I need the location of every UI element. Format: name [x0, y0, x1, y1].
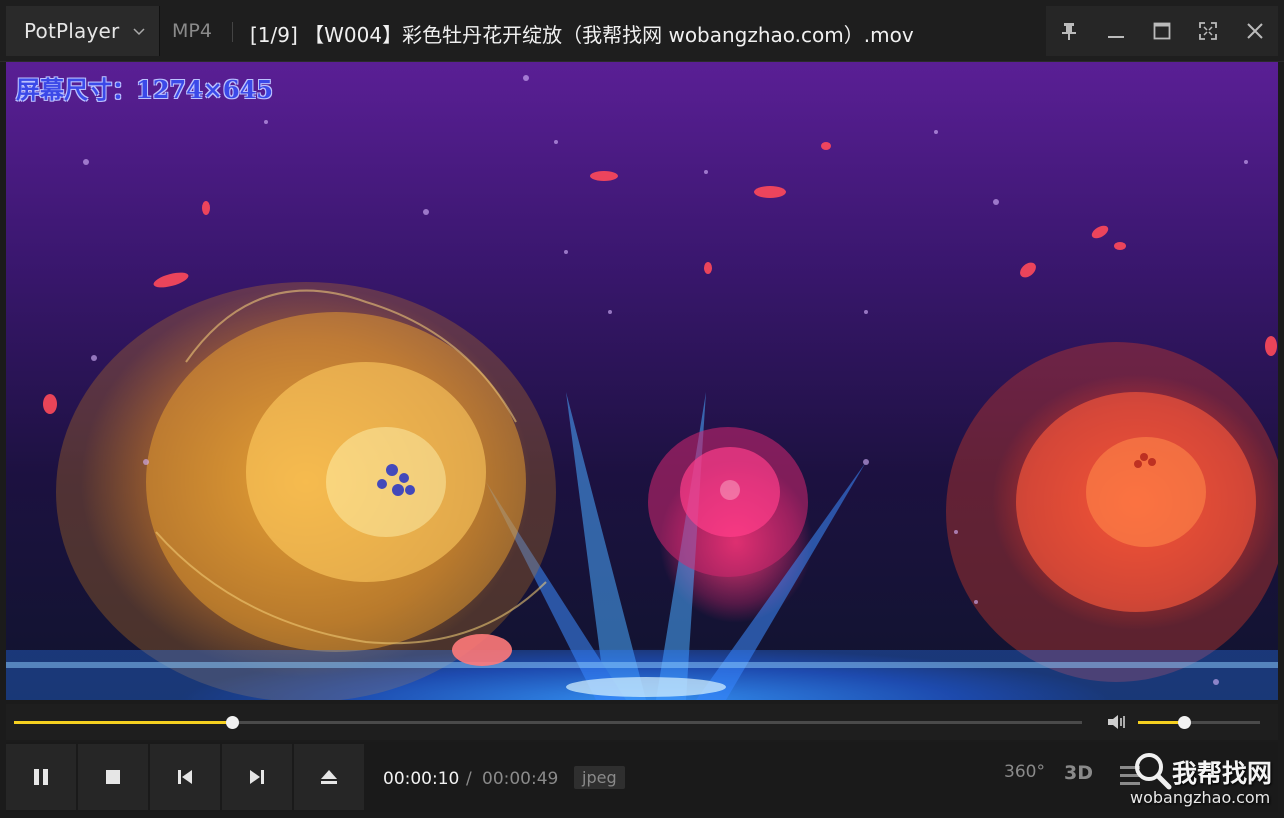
eject-icon [321, 770, 337, 784]
volume-icon[interactable] [1106, 712, 1130, 732]
window-title: [1/9] 【W004】彩色牡丹花开绽放（我帮找网 wobangzhao.com… [250, 23, 914, 47]
pin-button[interactable] [1051, 13, 1087, 49]
skip-next-icon [250, 770, 264, 784]
stop-button[interactable] [78, 744, 148, 810]
pause-icon [34, 769, 48, 785]
maximize-button[interactable] [1144, 13, 1180, 49]
fullscreen-icon [1199, 22, 1218, 40]
fullscreen-button[interactable] [1190, 13, 1226, 49]
previous-button[interactable] [150, 744, 220, 810]
codec-badge[interactable]: jpeg [574, 766, 625, 789]
volume-slider[interactable] [1138, 716, 1260, 729]
title-divider [232, 22, 233, 42]
video-area[interactable]: 屏幕尺寸：1274×645 [6, 62, 1278, 700]
maximize-icon [1153, 22, 1171, 40]
open-file-button[interactable] [294, 744, 364, 810]
osd-screen-size: 屏幕尺寸：1274×645 [16, 75, 274, 104]
next-button[interactable] [222, 744, 292, 810]
total-time: 00:00:49 [482, 769, 559, 789]
control-bar: 00:00:10 / 00:00:49 jpeg 360° 3D [6, 742, 1278, 812]
current-time: 00:00:10 [383, 769, 460, 789]
pin-icon [1062, 23, 1077, 40]
magnifier-icon [1135, 753, 1172, 790]
close-button[interactable] [1237, 13, 1273, 49]
format-label: MP4 [172, 20, 212, 42]
stop-icon [106, 770, 120, 784]
watermark-name: 我帮找网 [1172, 759, 1273, 788]
minimize-icon [1107, 36, 1124, 38]
seek-thumb[interactable] [225, 716, 239, 729]
watermark: 我帮找网 wobangzhao.com [1124, 748, 1280, 810]
title-bar: PotPlayer MP4 [1/9] 【W004】彩色牡丹花开绽放（我帮找网 … [0, 0, 1284, 62]
seek-progress-fill [14, 721, 232, 724]
app-name: PotPlayer [24, 19, 120, 43]
close-icon [1247, 23, 1263, 39]
skip-previous-icon [178, 770, 192, 784]
window-controls [1046, 6, 1278, 56]
volume-thumb[interactable] [1178, 716, 1192, 729]
minimize-button[interactable] [1098, 13, 1134, 49]
seek-bar[interactable] [14, 716, 1082, 729]
vr-360-button[interactable]: 360° [1004, 762, 1045, 782]
chevron-down-icon [133, 28, 145, 36]
app-menu-button[interactable]: PotPlayer [6, 6, 160, 56]
pause-button[interactable] [6, 744, 76, 810]
seek-area [6, 704, 1278, 740]
watermark-url: wobangzhao.com [1130, 788, 1271, 807]
flower-scene [6, 75, 1278, 700]
time-separator: / [466, 769, 472, 789]
3d-button[interactable]: 3D [1064, 762, 1093, 784]
